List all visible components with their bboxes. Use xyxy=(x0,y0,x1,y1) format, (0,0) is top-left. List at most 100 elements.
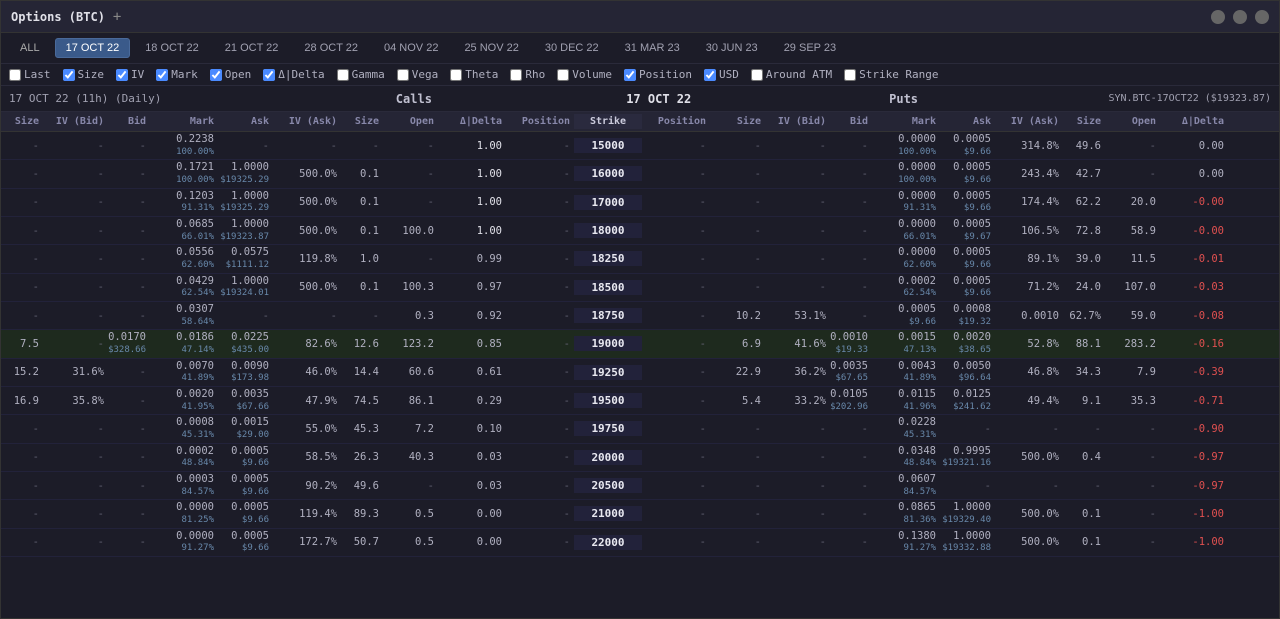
filter-vega-checkbox[interactable] xyxy=(397,69,409,81)
p-position: - xyxy=(642,337,710,351)
tab-21oct22[interactable]: 21 OCT 22 xyxy=(214,38,290,58)
c-ivbid: - xyxy=(43,195,108,209)
filter-rho[interactable]: Rho xyxy=(510,68,545,81)
c-open: 40.3 xyxy=(383,450,438,464)
filter-size-checkbox[interactable] xyxy=(63,69,75,81)
tab-17oct22[interactable]: 17 OCT 22 xyxy=(55,38,131,58)
p-ivbid: - xyxy=(765,195,830,209)
tab-29sep23[interactable]: 29 SEP 23 xyxy=(773,38,847,58)
filter-strike-range[interactable]: Strike Range xyxy=(844,68,938,81)
p-size2: 39.0 xyxy=(1063,252,1105,266)
col-puts-ivask: IV (Ask) xyxy=(995,114,1063,129)
c-position: - xyxy=(506,450,574,464)
c-open: 100.3 xyxy=(383,280,438,294)
filter-mark[interactable]: Mark xyxy=(156,68,198,81)
p-ask: 1.0000$19329.40 xyxy=(940,500,995,527)
p-ivbid: - xyxy=(765,280,830,294)
c-ask: 0.0005$9.66 xyxy=(218,529,273,556)
p-ivbid: - xyxy=(765,507,830,521)
p-bid: - xyxy=(830,535,872,549)
filter-volume-checkbox[interactable] xyxy=(557,69,569,81)
p-mark: 0.0005$9.66 xyxy=(872,302,940,329)
strike: 20000 xyxy=(574,450,642,465)
tab-30dec22[interactable]: 30 DEC 22 xyxy=(534,38,610,58)
p-ivask: 49.4% xyxy=(995,394,1063,408)
p-delta: -0.90 xyxy=(1160,422,1228,436)
p-mark: 0.138091.27% xyxy=(872,529,940,556)
maximize-button[interactable] xyxy=(1233,10,1247,24)
strike: 18500 xyxy=(574,280,642,295)
filter-open-checkbox[interactable] xyxy=(210,69,222,81)
filter-vega[interactable]: Vega xyxy=(397,68,439,81)
c-size2: 12.6 xyxy=(341,337,383,351)
filter-gamma[interactable]: Gamma xyxy=(337,68,385,81)
minimize-button[interactable] xyxy=(1211,10,1225,24)
close-button[interactable] xyxy=(1255,10,1269,24)
tab-31mar23[interactable]: 31 MAR 23 xyxy=(614,38,691,58)
filter-open[interactable]: Open xyxy=(210,68,252,81)
table-row: - - - 0.000081.25% 0.0005$9.66 119.4% 89… xyxy=(1,500,1279,528)
app-window: Options (BTC) + ALL 17 OCT 22 18 OCT 22 … xyxy=(0,0,1280,619)
c-ask: 1.0000$19324.01 xyxy=(218,274,273,301)
filter-size[interactable]: Size xyxy=(63,68,105,81)
p-delta: -0.08 xyxy=(1160,309,1228,323)
c-ivask: 82.6% xyxy=(273,337,341,351)
filter-delta[interactable]: Δ|Delta xyxy=(263,68,324,81)
strike: 21000 xyxy=(574,506,642,521)
filter-iv-checkbox[interactable] xyxy=(116,69,128,81)
c-size2: 0.1 xyxy=(341,167,383,181)
p-ask: 0.9995$19321.16 xyxy=(940,444,995,471)
c-size2: 50.7 xyxy=(341,535,383,549)
filter-theta[interactable]: Theta xyxy=(450,68,498,81)
filter-delta-checkbox[interactable] xyxy=(263,69,275,81)
tab-25nov22[interactable]: 25 NOV 22 xyxy=(453,38,529,58)
c-position: - xyxy=(506,252,574,266)
c-delta: 0.00 xyxy=(438,507,506,521)
p-size: - xyxy=(710,450,765,464)
c-ivask: 55.0% xyxy=(273,422,341,436)
c-bid: - xyxy=(108,195,150,209)
p-open: 35.3 xyxy=(1105,394,1160,408)
filter-around-atm-checkbox[interactable] xyxy=(751,69,763,81)
filter-position-checkbox[interactable] xyxy=(624,69,636,81)
filter-rho-checkbox[interactable] xyxy=(510,69,522,81)
c-ivask: 500.0% xyxy=(273,224,341,238)
tab-18oct22[interactable]: 18 OCT 22 xyxy=(134,38,210,58)
filter-mark-checkbox[interactable] xyxy=(156,69,168,81)
p-mark: 0.000062.60% xyxy=(872,245,940,272)
p-ask: 1.0000$19332.88 xyxy=(940,529,995,556)
p-size: - xyxy=(710,224,765,238)
strike: 18750 xyxy=(574,308,642,323)
tab-28oct22[interactable]: 28 OCT 22 xyxy=(293,38,369,58)
p-ask: 0.0005$9.67 xyxy=(940,217,995,244)
filter-gamma-checkbox[interactable] xyxy=(337,69,349,81)
filter-iv[interactable]: IV xyxy=(116,68,144,81)
tab-30jun23[interactable]: 30 JUN 23 xyxy=(695,38,769,58)
filter-usd-checkbox[interactable] xyxy=(704,69,716,81)
filter-last-checkbox[interactable] xyxy=(9,69,21,81)
center-date: 17 OCT 22 xyxy=(619,92,699,106)
filter-theta-checkbox[interactable] xyxy=(450,69,462,81)
p-open: 107.0 xyxy=(1105,280,1160,294)
c-open: 123.2 xyxy=(383,337,438,351)
c-ivbid: - xyxy=(43,507,108,521)
p-ask: 0.0008$19.32 xyxy=(940,302,995,329)
filter-position[interactable]: Position xyxy=(624,68,692,81)
tab-all[interactable]: ALL xyxy=(9,38,51,58)
tab-04nov22[interactable]: 04 NOV 22 xyxy=(373,38,449,58)
p-delta: -0.00 xyxy=(1160,195,1228,209)
p-ask: 0.0005$9.66 xyxy=(940,132,995,159)
strike: 19750 xyxy=(574,421,642,436)
filter-volume[interactable]: Volume xyxy=(557,68,612,81)
filter-usd[interactable]: USD xyxy=(704,68,739,81)
add-tab-button[interactable]: + xyxy=(113,9,121,25)
c-position: - xyxy=(506,535,574,549)
p-size2: 42.7 xyxy=(1063,167,1105,181)
filter-last[interactable]: Last xyxy=(9,68,51,81)
col-calls-open: Open xyxy=(383,114,438,129)
p-ivask: 89.1% xyxy=(995,252,1063,266)
filter-around-atm[interactable]: Around ATM xyxy=(751,68,832,81)
p-delta: -0.71 xyxy=(1160,394,1228,408)
p-position: - xyxy=(642,479,710,493)
filter-strike-range-checkbox[interactable] xyxy=(844,69,856,81)
